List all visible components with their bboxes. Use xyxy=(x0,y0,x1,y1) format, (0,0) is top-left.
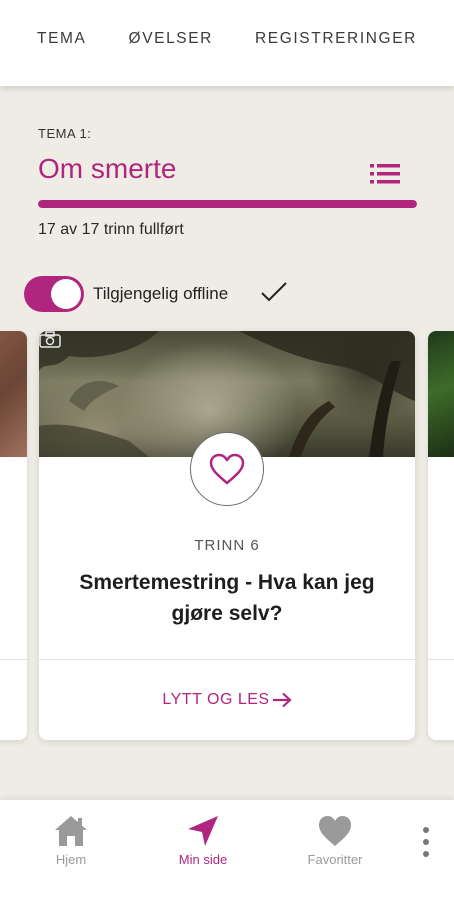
nav-item-favoritter[interactable]: Favoritter xyxy=(290,814,380,867)
favorite-button[interactable] xyxy=(190,432,264,506)
progress-bar xyxy=(38,200,417,208)
progress-bar-fill xyxy=(38,200,417,208)
progress-text: 17 av 17 trinn fullført xyxy=(38,221,184,238)
heart-outline-icon xyxy=(209,453,245,485)
nav-label-hjem: Hjem xyxy=(55,852,87,867)
nav-label-favoritter: Favoritter xyxy=(307,852,363,867)
heart-icon xyxy=(319,816,351,846)
step-card[interactable]: TRINN 6 Smertemestring - Hva kan jeg gjø… xyxy=(39,331,415,740)
top-tab-bar: TEMA ØVELSER REGISTRERINGER xyxy=(0,0,454,86)
nav-item-hjem[interactable]: Hjem xyxy=(26,814,116,867)
tab-tema[interactable]: TEMA xyxy=(37,30,86,48)
previous-step-image xyxy=(0,331,27,457)
navigation-arrow-icon xyxy=(188,816,218,846)
next-step-divider xyxy=(428,659,454,660)
offline-toggle-knob xyxy=(51,279,81,309)
list-icon[interactable] xyxy=(370,162,400,186)
more-options-icon[interactable] xyxy=(416,824,436,860)
home-icon xyxy=(55,816,87,846)
previous-step-divider xyxy=(0,659,27,660)
offline-label: Tilgjengelig offline xyxy=(93,284,229,303)
nav-item-min-side[interactable]: Min side xyxy=(158,814,248,867)
check-icon xyxy=(261,282,287,302)
camera-icon xyxy=(39,331,61,348)
tema-label: TEMA 1: xyxy=(38,126,92,141)
tema-title: Om smerte xyxy=(38,153,177,184)
step-label: TRINN 6 xyxy=(194,537,260,554)
bottom-nav-bar: Hjem Min side Favoritter xyxy=(0,800,454,900)
step-title: Smertemestring - Hva kan jeg gjøre selv? xyxy=(79,571,375,625)
next-step-card[interactable] xyxy=(428,331,454,740)
tab-registreringer[interactable]: REGISTRERINGER xyxy=(255,30,417,48)
offline-toggle[interactable] xyxy=(24,276,84,312)
listen-and-read-button[interactable]: LYTT OG LES xyxy=(39,660,415,740)
previous-step-card[interactable] xyxy=(0,331,27,740)
tab-ovelser[interactable]: ØVELSER xyxy=(129,30,213,48)
nav-label-min-side: Min side xyxy=(178,852,228,867)
main-content: TEMA 1: Om smerte 17 av 17 trinn fullfør… xyxy=(0,86,454,800)
listen-and-read-label: LYTT OG LES xyxy=(162,691,270,708)
next-step-image xyxy=(428,331,454,457)
arrow-right-icon xyxy=(272,692,292,708)
